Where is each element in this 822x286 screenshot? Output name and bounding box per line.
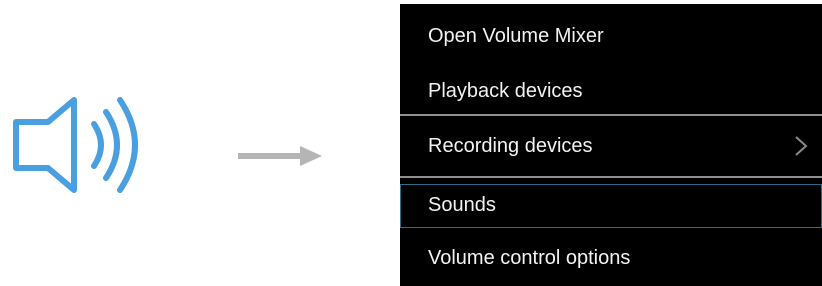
menu-item-label: Volume control options [428,247,631,269]
menu-separator [400,114,822,116]
menu-item-label: Playback devices [428,80,583,102]
chevron-right-icon [794,135,808,157]
menu-item-label: Recording devices [428,135,593,157]
speaker-volume-icon[interactable] [10,90,150,200]
volume-context-menu: Open Volume Mixer Playback devices Recor… [400,4,822,286]
menu-item-volume-control-options[interactable]: Volume control options [400,228,822,286]
menu-item-playback-devices[interactable]: Playback devices [400,60,822,114]
menu-item-label: Sounds [428,194,496,216]
menu-item-sounds[interactable]: Sounds [400,184,822,228]
menu-separator [400,176,822,178]
menu-item-open-volume-mixer[interactable]: Open Volume Mixer [400,4,822,60]
menu-item-recording-devices[interactable]: Recording devices [400,119,822,175]
right-arrow-icon [238,145,322,167]
menu-item-label: Open Volume Mixer [428,25,604,47]
